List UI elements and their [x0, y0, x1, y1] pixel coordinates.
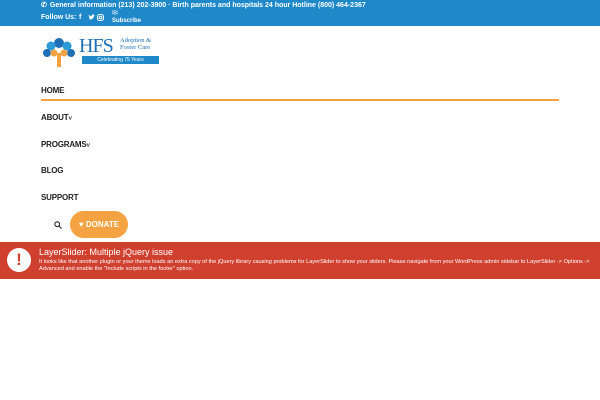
logo-subtitle-line1: Adoption &: [120, 37, 152, 44]
site-logo[interactable]: HFS Adoption & Foster Care Celebrating 7…: [41, 35, 161, 69]
facebook-icon[interactable]: f: [79, 14, 81, 21]
heart-icon: ♥: [78, 220, 84, 229]
exclamation-icon: !: [7, 248, 31, 272]
search-icon[interactable]: [54, 221, 62, 231]
alert-title: LayerSlider: Multiple jQuery issue: [39, 247, 174, 257]
nav-active-underline: [41, 99, 559, 101]
instagram-icon[interactable]: [97, 14, 104, 23]
layerslider-alert: ! LayerSlider: Multiple jQuery issue It …: [0, 242, 600, 279]
phone-icon: ✆: [41, 2, 47, 9]
nav-programs-label: PROGRAMS: [41, 140, 87, 149]
twitter-icon[interactable]: [88, 14, 95, 23]
follow-us-label: Follow Us:: [41, 14, 77, 21]
chevron-down-icon: ˅: [86, 143, 91, 149]
nav-home[interactable]: HOME: [41, 86, 64, 95]
mail-icon[interactable]: ✉: [112, 9, 118, 17]
nav-support[interactable]: SUPPORT: [41, 193, 78, 202]
nav-blog[interactable]: BLOG: [41, 166, 64, 175]
logo-hfs: HFS: [79, 35, 114, 57]
logo-ribbon: Celebrating 75 Years: [82, 56, 159, 64]
nav-about[interactable]: ABOUT˅: [41, 113, 72, 122]
contact-info-text: General information (213) 202-3900 · Bir…: [49, 2, 366, 9]
chevron-down-icon: ˅: [68, 116, 72, 122]
tree-logo-icon: [43, 38, 75, 67]
logo-subtitle-line2: Foster Care: [120, 44, 151, 51]
top-info-bar: ✆ General information (213) 202-3900 · Bi…: [0, 0, 600, 26]
donate-button[interactable]: ♥ DONATE: [70, 211, 128, 238]
nav-about-label: ABOUT: [41, 113, 69, 122]
subscribe-link[interactable]: Subscribe: [112, 18, 141, 24]
logo-subtitle: Adoption & Foster Care: [120, 37, 151, 51]
donate-label: DONATE: [85, 220, 120, 229]
nav-programs[interactable]: PROGRAMS˅: [41, 140, 90, 149]
contact-info: ✆ General information (213) 202-3900 · Bi…: [41, 1, 366, 9]
alert-body: It looks like that another plugin or you…: [39, 259, 590, 272]
